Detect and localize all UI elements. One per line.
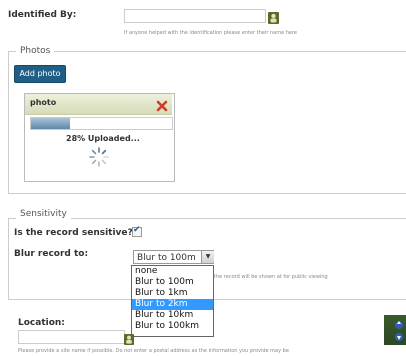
- checkmark-icon: ✔: [133, 225, 141, 235]
- identified-by-label: Identified By:: [8, 10, 77, 20]
- blur-option[interactable]: Blur to 1km: [132, 288, 213, 299]
- chevron-down-icon[interactable]: ▼: [201, 251, 214, 263]
- close-icon[interactable]: [156, 97, 168, 112]
- upload-progress-fill: [31, 118, 70, 129]
- add-photo-button[interactable]: Add photo: [14, 65, 66, 83]
- blur-option[interactable]: Blur to 100m: [132, 277, 213, 288]
- location-input[interactable]: [18, 330, 125, 344]
- blur-option[interactable]: none: [132, 266, 213, 277]
- loading-spinner-icon: [88, 146, 110, 168]
- blur-dropdown-list: none Blur to 100m Blur to 1km Blur to 2k…: [131, 265, 214, 337]
- sensitive-question-label: Is the record sensitive?:: [14, 228, 137, 238]
- blur-option[interactable]: Blur to 2km: [132, 299, 213, 310]
- blur-hint: the record will be shown at for public v…: [214, 274, 328, 280]
- blur-option[interactable]: Blur to 10km: [132, 310, 213, 321]
- identified-by-input[interactable]: [124, 9, 266, 23]
- person-search-icon[interactable]: [124, 330, 134, 345]
- identified-by-hint: If anyone helped with the identification…: [124, 30, 298, 36]
- map-thumbnail[interactable]: [384, 315, 406, 345]
- blur-option[interactable]: Blur to 100km: [132, 321, 213, 332]
- location-hint: Please provide a site name if possible. …: [18, 348, 289, 354]
- sensitivity-legend: Sensitivity: [16, 209, 71, 219]
- location-label: Location:: [18, 318, 65, 328]
- photos-legend: Photos: [16, 46, 55, 56]
- blur-record-label: Blur record to:: [14, 249, 89, 259]
- photo-panel-title: photo: [30, 98, 57, 107]
- upload-status-text: 28% Uploaded...: [66, 134, 140, 143]
- person-search-icon[interactable]: [268, 9, 279, 24]
